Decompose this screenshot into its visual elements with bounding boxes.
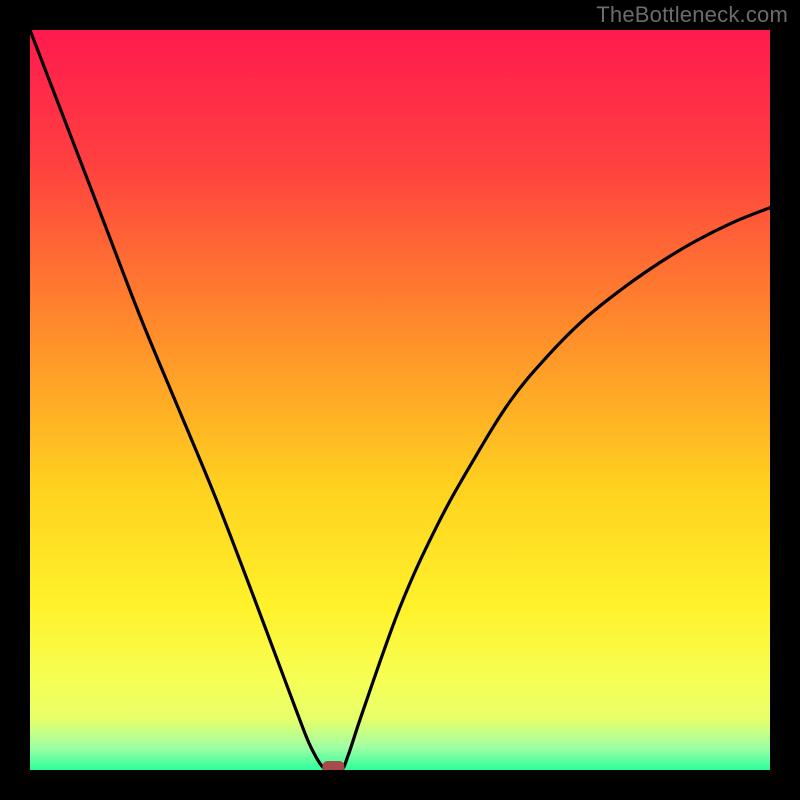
optimum-marker — [322, 761, 344, 770]
gradient-background — [30, 30, 770, 770]
chart-frame: TheBottleneck.com — [0, 0, 800, 800]
watermark-label: TheBottleneck.com — [596, 2, 788, 28]
chart-svg — [30, 30, 770, 770]
plot-area — [30, 30, 770, 770]
